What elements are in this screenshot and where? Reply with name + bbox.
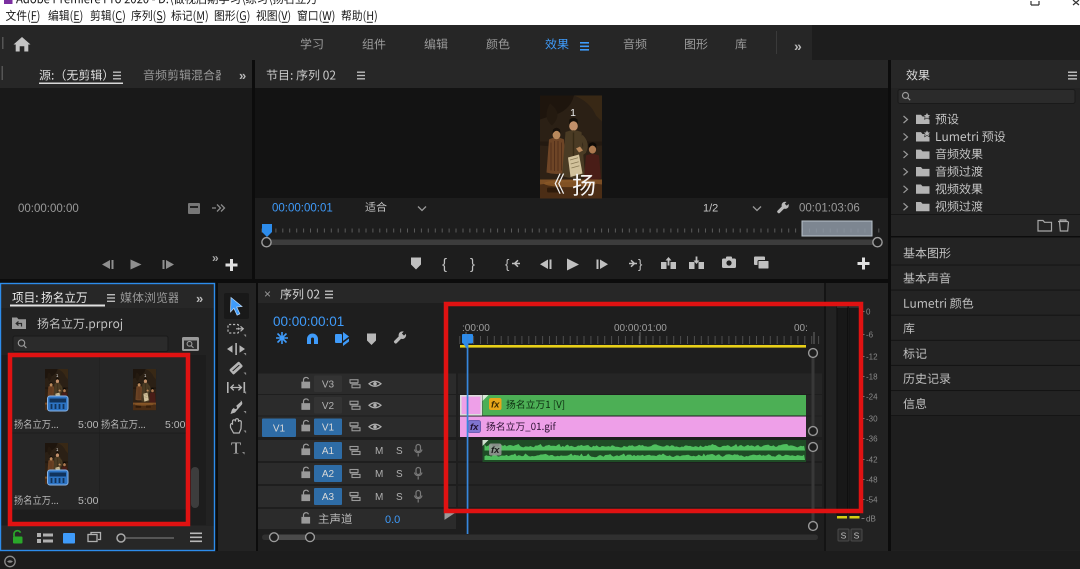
svg-text:00:00:00:01: 00:00:00:01 (272, 203, 333, 215)
svg-text:-24: -24 (866, 393, 878, 402)
svg-text:A2: A2 (322, 469, 335, 480)
svg-text:»: » (794, 38, 802, 54)
svg-text:00:00:00:00: 00:00:00:00 (18, 203, 79, 215)
svg-text:{: { (505, 257, 510, 272)
svg-text:fx: fx (491, 400, 500, 411)
svg-text:S: S (854, 531, 860, 541)
svg-text:×: × (264, 287, 271, 301)
svg-text:»: » (196, 291, 203, 306)
svg-text:fx: fx (470, 422, 479, 433)
svg-text:5:00: 5:00 (165, 419, 186, 431)
svg-text:00:01:03:06: 00:01:03:06 (799, 203, 860, 215)
svg-text:00:00:01:00: 00:00:01:00 (614, 323, 667, 334)
svg-text:0: 0 (866, 308, 871, 317)
svg-text:S: S (396, 469, 403, 480)
svg-text:A3: A3 (322, 492, 335, 503)
svg-text:1/2: 1/2 (703, 203, 718, 215)
svg-text:V3: V3 (322, 379, 335, 390)
svg-text:5:00: 5:00 (78, 419, 99, 431)
svg-text:-30: -30 (866, 415, 878, 424)
svg-text:-6: -6 (866, 331, 874, 340)
svg-text:-18: -18 (866, 373, 878, 382)
svg-text:»: » (212, 251, 219, 265)
svg-text:dB: dB (866, 515, 876, 524)
svg-text:M: M (375, 469, 383, 480)
svg-text:V1: V1 (273, 424, 286, 435)
svg-text:-42: -42 (866, 456, 878, 465)
svg-text:M: M (375, 492, 383, 503)
svg-text:00:00:00:01: 00:00:00:01 (273, 314, 344, 329)
svg-text:0.0: 0.0 (385, 514, 400, 526)
svg-text:-12: -12 (866, 353, 878, 362)
svg-text:}: } (470, 256, 475, 273)
svg-text:M: M (375, 446, 383, 457)
svg-text:T: T (231, 439, 241, 458)
svg-text:}: } (638, 257, 643, 272)
svg-text:fx: fx (491, 445, 500, 456)
svg-text:V2: V2 (322, 401, 335, 412)
svg-text:A1: A1 (322, 446, 335, 457)
svg-text:5:00: 5:00 (78, 495, 99, 507)
svg-text:-36: -36 (866, 435, 878, 444)
svg-text:»: » (239, 68, 246, 83)
svg-text:-48: -48 (866, 476, 878, 485)
svg-text:S: S (841, 531, 847, 541)
svg-text:{: { (442, 256, 447, 273)
svg-text:S: S (396, 446, 403, 457)
svg-text:S: S (396, 492, 403, 503)
svg-text:V1: V1 (322, 422, 335, 433)
svg-text:00:: 00: (794, 323, 808, 334)
svg-text:-54: -54 (866, 496, 878, 505)
